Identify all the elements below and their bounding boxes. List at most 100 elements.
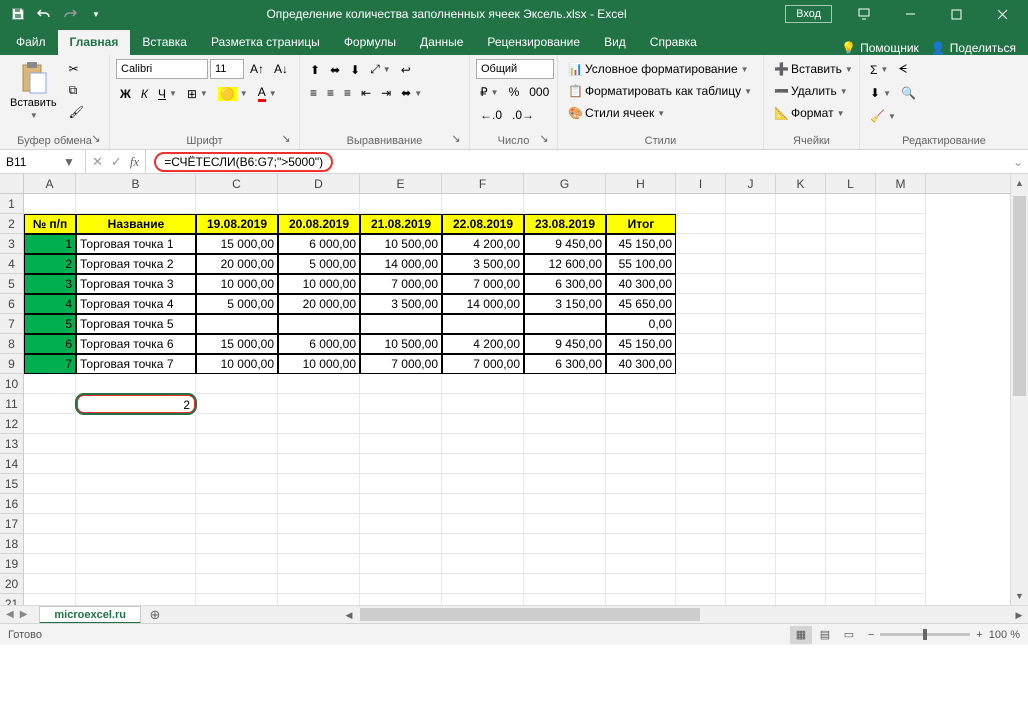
ribbon-tab-данные[interactable]: Данные [408, 30, 475, 55]
align-top-icon[interactable]: ⬆ [306, 60, 324, 80]
cell[interactable]: Торговая точка 2 [76, 254, 196, 274]
cell[interactable]: 1 [24, 234, 76, 254]
dialog-launcher-icon[interactable]: ↘ [279, 132, 293, 146]
cell[interactable]: 6 [24, 334, 76, 354]
cell[interactable] [442, 534, 524, 554]
font-size-select[interactable] [210, 59, 244, 79]
cell[interactable] [726, 394, 776, 414]
cell[interactable] [776, 274, 826, 294]
cell[interactable] [524, 194, 606, 214]
format-cells-button[interactable]: 📐 Формат▼ [770, 103, 849, 123]
row-header[interactable]: 13 [0, 434, 23, 454]
cell[interactable] [676, 454, 726, 474]
redo-icon[interactable] [58, 3, 82, 25]
cell[interactable] [606, 374, 676, 394]
zoom-slider[interactable] [880, 633, 970, 636]
cell[interactable] [676, 574, 726, 594]
border-icon[interactable]: ⊞▼ [183, 84, 212, 104]
cell[interactable] [76, 434, 196, 454]
cancel-formula-icon[interactable]: ✕ [92, 154, 103, 170]
fill-icon[interactable]: ⬇▼ [866, 83, 895, 103]
cell[interactable] [876, 454, 926, 474]
cell[interactable]: 14 000,00 [442, 294, 524, 314]
cell[interactable]: Торговая точка 7 [76, 354, 196, 374]
cell[interactable] [196, 494, 278, 514]
cell[interactable] [76, 374, 196, 394]
cell[interactable] [606, 534, 676, 554]
cell[interactable] [876, 274, 926, 294]
format-painter-icon[interactable]: 🖌 [65, 102, 88, 122]
cell[interactable]: Итог [606, 214, 676, 234]
cell[interactable] [442, 394, 524, 414]
cell[interactable] [196, 474, 278, 494]
cell[interactable] [442, 374, 524, 394]
cell[interactable]: 21.08.2019 [360, 214, 442, 234]
cell[interactable]: 5 [24, 314, 76, 334]
cell[interactable] [676, 514, 726, 534]
clear-icon[interactable]: 🧹▼ [866, 106, 900, 126]
delete-cells-button[interactable]: ➖ Удалить▼ [770, 81, 852, 101]
sheet-tab[interactable]: microexcel.ru [39, 606, 141, 624]
cell[interactable] [726, 454, 776, 474]
column-header[interactable]: K [776, 174, 826, 193]
cell[interactable] [196, 194, 278, 214]
share-button[interactable]: 👤Поделиться [931, 41, 1016, 55]
row-header[interactable]: 17 [0, 514, 23, 534]
cell[interactable] [196, 314, 278, 334]
column-header[interactable]: H [606, 174, 676, 193]
cell[interactable]: 6 300,00 [524, 274, 606, 294]
cell[interactable] [876, 474, 926, 494]
cell[interactable] [826, 334, 876, 354]
cell[interactable] [726, 294, 776, 314]
grow-font-icon[interactable]: A↑ [246, 59, 268, 79]
cell[interactable] [776, 534, 826, 554]
cell[interactable]: 4 200,00 [442, 234, 524, 254]
cell[interactable] [196, 394, 278, 414]
sheet-prev-icon[interactable]: ◀ [6, 609, 14, 620]
row-header[interactable]: 12 [0, 414, 23, 434]
shrink-font-icon[interactable]: A↓ [270, 59, 292, 79]
align-center-icon[interactable]: ≡ [323, 83, 338, 103]
cell[interactable] [524, 394, 606, 414]
cell[interactable] [442, 194, 524, 214]
cell[interactable] [278, 554, 360, 574]
cell[interactable]: 3 [24, 274, 76, 294]
cell[interactable] [196, 454, 278, 474]
cell[interactable] [76, 454, 196, 474]
cell[interactable] [776, 494, 826, 514]
cell[interactable]: Торговая точка 6 [76, 334, 196, 354]
cell[interactable] [76, 554, 196, 574]
column-header[interactable]: L [826, 174, 876, 193]
cell[interactable] [278, 394, 360, 414]
cell[interactable] [726, 534, 776, 554]
cell[interactable] [278, 574, 360, 594]
ribbon-tab-вставка[interactable]: Вставка [130, 30, 199, 55]
copy-icon[interactable]: ⧉ [65, 80, 88, 101]
cell[interactable] [776, 474, 826, 494]
cell[interactable] [360, 314, 442, 334]
cell[interactable] [876, 334, 926, 354]
ribbon-tab-главная[interactable]: Главная [58, 30, 131, 55]
cell[interactable] [360, 434, 442, 454]
cell[interactable] [726, 214, 776, 234]
cell[interactable]: 55 100,00 [606, 254, 676, 274]
conditional-format-button[interactable]: 📊 Условное форматирование▼ [564, 59, 753, 79]
undo-icon[interactable] [32, 3, 56, 25]
cell[interactable] [676, 194, 726, 214]
cell[interactable] [278, 454, 360, 474]
bold-icon[interactable]: Ж [116, 84, 135, 104]
cell[interactable] [776, 374, 826, 394]
cell[interactable] [776, 434, 826, 454]
cell[interactable] [826, 314, 876, 334]
cell[interactable] [676, 314, 726, 334]
cell[interactable]: 4 200,00 [442, 334, 524, 354]
name-box[interactable]: ▼ [0, 150, 86, 173]
cell[interactable] [360, 474, 442, 494]
cell[interactable] [196, 514, 278, 534]
tell-me-button[interactable]: 💡Помощник [841, 41, 919, 55]
indent-decrease-icon[interactable]: ⇤ [357, 83, 375, 103]
cell[interactable] [524, 474, 606, 494]
cell[interactable] [24, 394, 76, 414]
cell[interactable] [606, 494, 676, 514]
cell-styles-button[interactable]: 🎨 Стили ячеек▼ [564, 103, 669, 123]
